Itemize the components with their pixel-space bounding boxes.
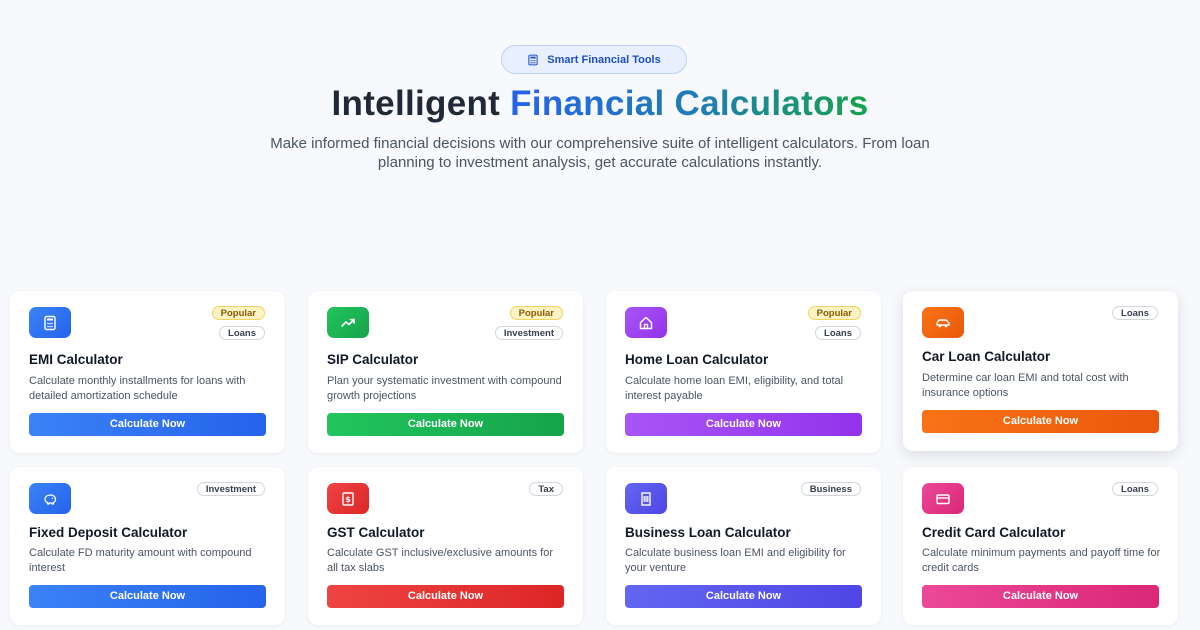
calculate-now-button[interactable]: Calculate Now [327,413,564,436]
pill-label: Smart Financial Tools [547,53,661,66]
page-subtitle: Make informed financial decisions with o… [270,135,930,171]
card-title: Home Loan Calculator [625,352,769,367]
category-badge: Investment [196,482,265,496]
calculate-now-button[interactable]: Calculate Now [29,413,266,436]
card-credit-card-calculator: Loans Credit Card Calculator Calculate m… [903,467,1178,625]
card-gst-calculator: $ Tax GST Calculator Calculate GST inclu… [308,467,583,625]
category-badge: Tax [529,482,563,496]
receipt-icon: $ [327,483,369,514]
card-car-loan-calculator: Loans Car Loan Calculator Determine car … [903,291,1178,451]
car-icon [922,307,964,338]
card-title: Business Loan Calculator [625,525,791,540]
calculate-now-button[interactable]: Calculate Now [922,410,1159,433]
card-title: EMI Calculator [29,352,123,367]
popular-badge: Popular [807,306,861,320]
calculate-now-button[interactable]: Calculate Now [922,585,1159,608]
title-part1: Intelligent [331,84,501,123]
card-description: Calculate GST inclusive/exclusive amount… [327,547,554,574]
popular-badge: Popular [211,306,265,320]
calculate-now-button[interactable]: Calculate Now [625,413,862,436]
card-home-loan-calculator: Popular Loans Home Loan Calculator Calcu… [606,291,881,453]
building-icon [625,483,667,514]
svg-text:$: $ [345,495,351,504]
card-description: Calculate business loan EMI and eligibil… [625,547,846,574]
card-description: Calculate minimum payments and payoff ti… [922,547,1161,574]
card-business-loan-calculator: Business Business Loan Calculator Calcul… [606,467,881,625]
calculate-now-button[interactable]: Calculate Now [625,585,862,608]
home-icon [625,307,667,338]
card-description: Calculate home loan EMI, eligibility, an… [625,375,844,402]
card-title: SIP Calculator [327,352,419,367]
card-title: Credit Card Calculator [922,525,1066,540]
card-fixed-deposit-calculator: Investment Fixed Deposit Calculator Calc… [10,467,285,625]
smart-tools-pill: Smart Financial Tools [501,45,687,74]
category-badge: Loans [1112,482,1158,496]
card-title: Fixed Deposit Calculator [29,525,188,540]
calculate-now-button[interactable]: Calculate Now [327,585,564,608]
card-emi-calculator: Popular Loans EMI Calculator Calculate m… [10,291,285,453]
category-badge: Loans [219,326,265,340]
calculator-icon [528,54,538,65]
card-sip-calculator: Popular Investment SIP Calculator Plan y… [308,291,583,453]
card-description: Calculate FD maturity amount with compou… [29,547,252,574]
calculate-now-button[interactable]: Calculate Now [29,585,266,608]
card-description: Calculate monthly installments for loans… [29,375,246,402]
category-badge: Loans [815,326,861,340]
category-badge: Loans [1112,306,1158,320]
page-title: Intelligent Financial Calculators [0,84,1200,124]
card-description: Determine car loan EMI and total cost wi… [922,372,1129,399]
title-part2: Financial Calculators [510,84,869,123]
piggy-bank-icon [29,483,71,514]
calculator-icon [29,307,71,338]
card-title: GST Calculator [327,525,425,540]
popular-badge: Popular [509,306,563,320]
category-badge: Investment [494,326,563,340]
card-description: Plan your systematic investment with com… [327,375,562,402]
category-badge: Business [800,482,861,496]
credit-card-icon [922,483,964,514]
card-title: Car Loan Calculator [922,349,1051,364]
trending-up-icon [327,307,369,338]
